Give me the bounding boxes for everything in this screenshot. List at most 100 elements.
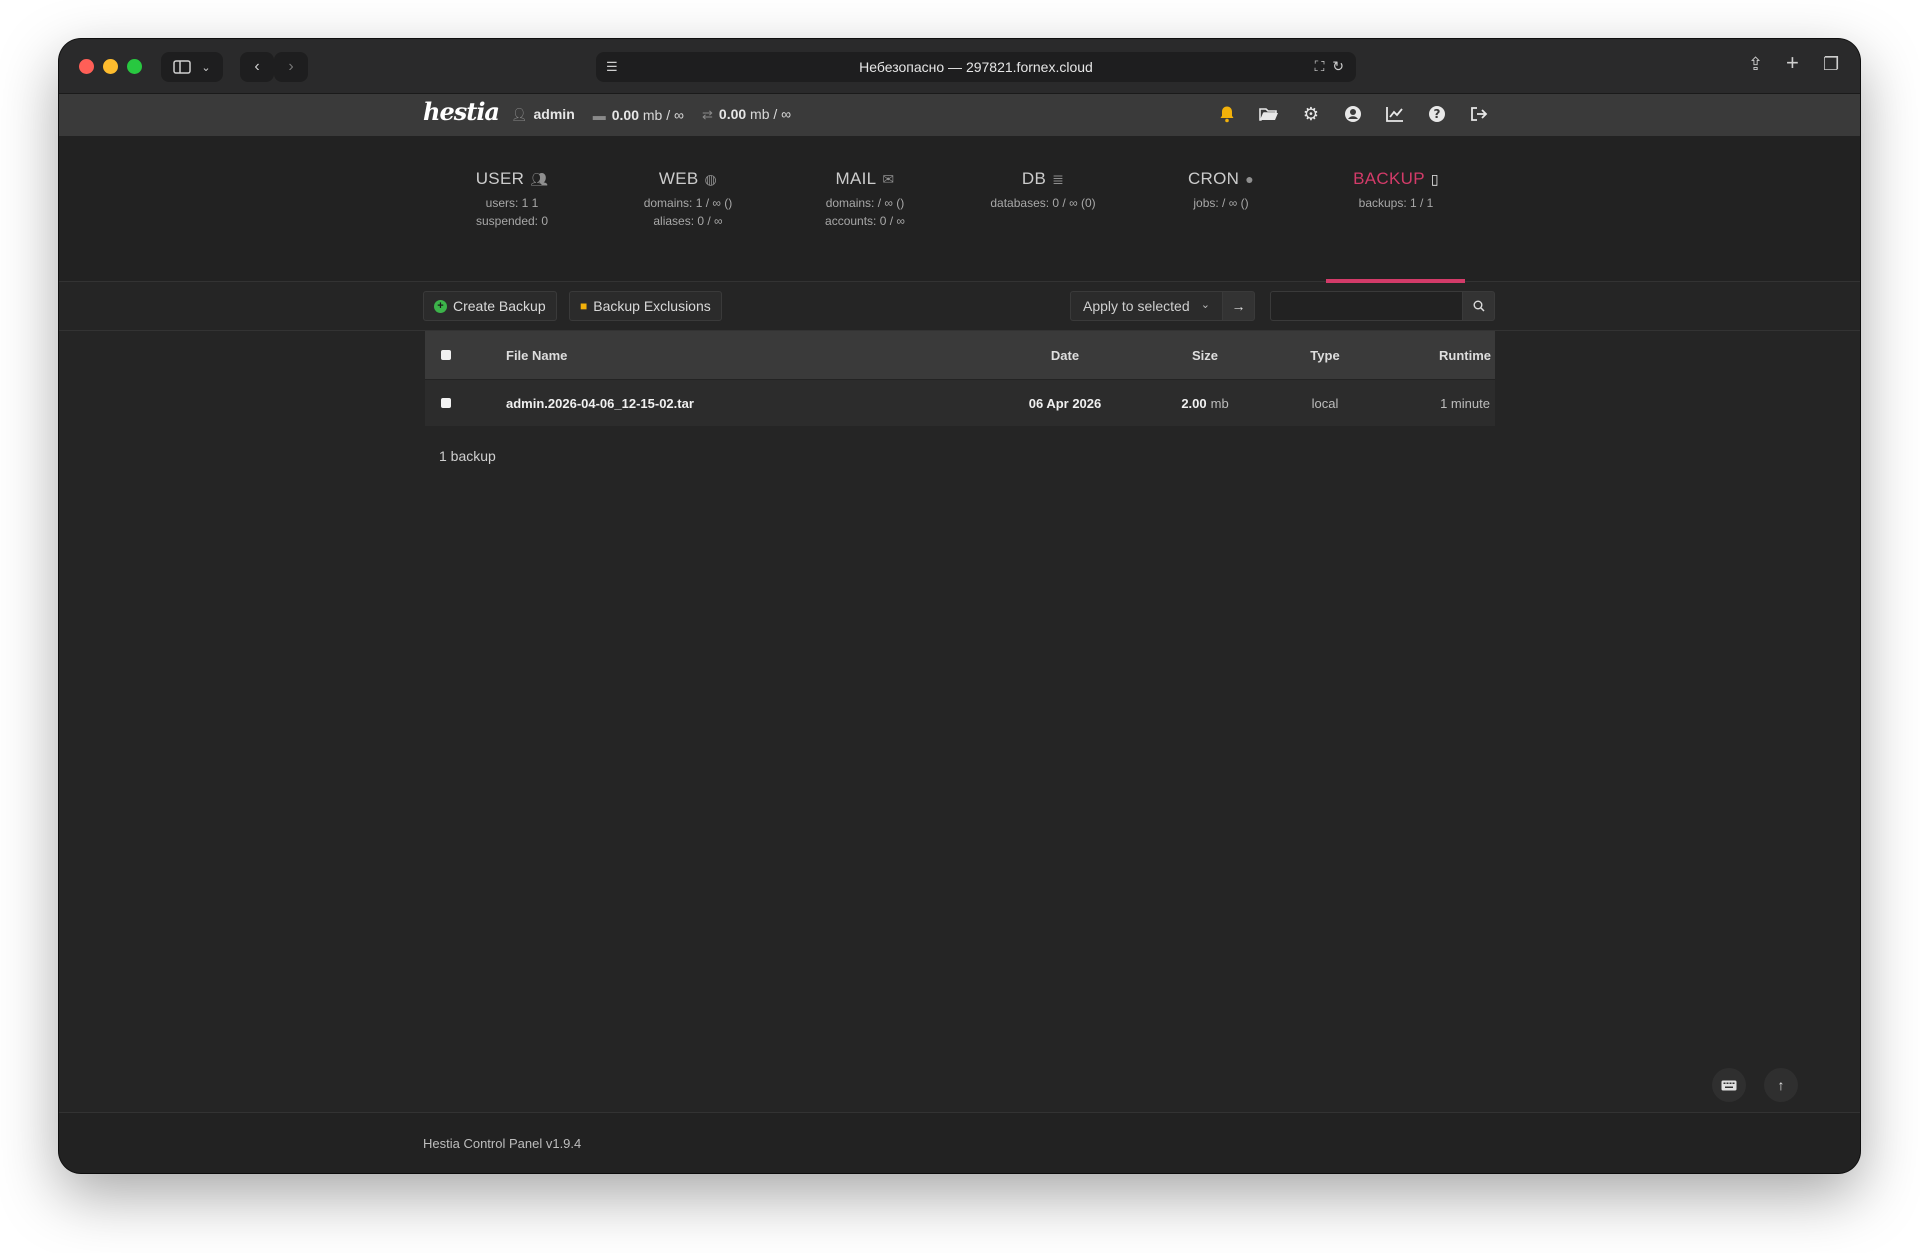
- chevron-down-icon: ⌄: [201, 61, 211, 74]
- bandwidth-unit: mb / ∞: [750, 106, 792, 122]
- search-icon: [1473, 300, 1485, 312]
- tab-title: CRON: [1187, 169, 1240, 188]
- header-date[interactable]: Date: [990, 331, 1140, 379]
- tab-stat: accounts: 0 / ∞: [825, 214, 905, 228]
- apply-bulk-button[interactable]: →: [1222, 291, 1255, 321]
- footer: Hestia Control Panel v1.9.4: [59, 1112, 1860, 1173]
- bulk-action-select[interactable]: Apply to selected ⌄: [1070, 291, 1223, 321]
- table-header: File Name Date Size Type Runtime: [425, 331, 1495, 379]
- bandwidth-usage: ⇄ 0.00 mb / ∞: [702, 106, 791, 123]
- mail-icon: ✉: [882, 171, 895, 187]
- tab-web[interactable]: WEB ◍ domains: 1 / ∞ () aliases: 0 / ∞: [598, 136, 778, 229]
- tab-title: WEB: [658, 169, 699, 188]
- tab-db[interactable]: DB ≣ databases: 0 / ∞ (0): [953, 136, 1133, 211]
- folder-icon[interactable]: [1258, 103, 1280, 125]
- clock-icon: ●: [1245, 171, 1255, 187]
- chevron-left-icon: ‹: [254, 58, 260, 75]
- bandwidth-value: 0.00: [718, 106, 747, 122]
- backup-exclusions-button[interactable]: ■ Backup Exclusions: [569, 291, 722, 321]
- user-info[interactable]: 👤︎ admin: [511, 106, 575, 123]
- sidebar-icon: [173, 60, 192, 74]
- transfer-icon: ⇄: [702, 107, 713, 122]
- backup-type: local: [1311, 395, 1339, 411]
- tab-title: MAIL: [835, 169, 877, 188]
- keyboard-shortcuts-button[interactable]: [1712, 1068, 1746, 1102]
- tab-user[interactable]: USER 👥︎ users: 1 1 suspended: 0: [422, 136, 602, 229]
- backup-size-value: 2.00: [1181, 395, 1207, 411]
- zoom-window-button[interactable]: [127, 59, 142, 74]
- browser-window: ⌄ ‹ › ☰ Небезопасно — 297821.fornex.clou…: [59, 39, 1860, 1173]
- tab-title: USER: [475, 169, 525, 188]
- bulk-action-value: Apply to selected: [1083, 298, 1190, 314]
- header-size[interactable]: Size: [1145, 331, 1265, 379]
- disk-unit: mb / ∞: [642, 106, 684, 123]
- create-backup-label: Create Backup: [453, 298, 546, 314]
- translate-icon[interactable]: ⛶: [1315, 58, 1325, 74]
- select-all-checkbox[interactable]: [441, 350, 451, 360]
- header-file-name[interactable]: File Name: [506, 331, 567, 379]
- minimize-window-button[interactable]: [103, 59, 118, 74]
- close-window-button[interactable]: [79, 59, 94, 74]
- keyboard-icon: [1721, 1080, 1737, 1090]
- tab-mail[interactable]: MAIL ✉ domains: / ∞ () accounts: 0 / ∞: [775, 136, 955, 229]
- chart-icon[interactable]: [1384, 103, 1406, 125]
- gear-icon[interactable]: ⚙: [1300, 103, 1322, 125]
- backup-table: File Name Date Size Type Runtime admin.2…: [425, 331, 1495, 426]
- action-toolbar: + Create Backup ■ Backup Exclusions Appl…: [59, 283, 1860, 331]
- file-archive-icon: ▯: [1430, 171, 1439, 187]
- bell-icon[interactable]: [1216, 103, 1238, 125]
- tabs-overview-icon[interactable]: ❐: [1823, 54, 1839, 75]
- backup-date: 06 Apr 2026: [1028, 395, 1102, 411]
- arrow-right-icon: →: [1231, 298, 1246, 314]
- globe-icon: ◍: [704, 171, 718, 187]
- create-backup-button[interactable]: + Create Backup: [423, 291, 557, 321]
- tab-title: DB: [1021, 169, 1047, 188]
- browser-toolbar: ⌄ ‹ › ☰ Небезопасно — 297821.fornex.clou…: [59, 39, 1860, 94]
- row-checkbox[interactable]: [441, 398, 451, 408]
- tab-stat: databases: 0 / ∞ (0): [990, 196, 1096, 210]
- tab-stat: aliases: 0 / ∞: [653, 214, 723, 228]
- tab-title: BACKUP: [1353, 169, 1425, 188]
- tab-backup[interactable]: BACKUP ▯ backups: 1 / 1: [1306, 136, 1486, 211]
- folder-icon: ■: [580, 299, 588, 313]
- disk-value: 0.00: [611, 106, 639, 123]
- scroll-to-top-button[interactable]: ↑: [1764, 1068, 1798, 1102]
- sidebar-toggle-button[interactable]: ⌄: [161, 52, 223, 82]
- address-text: Небезопасно — 297821.fornex.cloud: [859, 59, 1093, 75]
- plus-circle-icon: +: [434, 299, 447, 313]
- help-icon[interactable]: ?: [1426, 103, 1448, 125]
- chevron-down-icon: ⌄: [1200, 299, 1210, 311]
- search-input[interactable]: [1270, 291, 1463, 321]
- database-icon: ≣: [1052, 171, 1065, 187]
- table-row: admin.2026-04-06_12-15-02.tar 06 Apr 202…: [425, 379, 1495, 426]
- header-type[interactable]: Type: [1280, 331, 1370, 379]
- disk-usage: ▬ 0.00 mb / ∞: [593, 107, 684, 123]
- user-icon: 👤︎: [511, 107, 528, 122]
- user-circle-icon[interactable]: [1342, 103, 1364, 125]
- tab-stat: jobs: / ∞ (): [1193, 196, 1249, 210]
- page-menu-icon[interactable]: ☰: [606, 59, 618, 75]
- backup-count: 1 backup: [439, 448, 496, 464]
- topbar-icons: ⚙ ?: [1216, 103, 1490, 125]
- hestia-logo[interactable]: hestia: [423, 97, 500, 126]
- new-tab-icon[interactable]: +: [1786, 50, 1799, 76]
- summary-tabs: USER 👥︎ users: 1 1 suspended: 0 WEB ◍ doma…: [59, 136, 1860, 282]
- arrow-up-icon: ↑: [1777, 1077, 1785, 1093]
- backup-runtime: 1 minute: [1440, 395, 1490, 411]
- tab-stat: domains: 1 / ∞ (): [643, 196, 733, 210]
- back-button[interactable]: ‹: [240, 52, 274, 82]
- backup-size: 2.00 mb: [1145, 380, 1265, 426]
- address-bar[interactable]: ☰ Небезопасно — 297821.fornex.cloud ⛶ ↻: [596, 52, 1356, 82]
- backup-size-unit: mb: [1210, 395, 1229, 411]
- tab-stat: users: 1 1: [485, 196, 539, 210]
- search-button[interactable]: [1462, 291, 1495, 321]
- reload-icon[interactable]: ↻: [1332, 58, 1344, 74]
- header-runtime[interactable]: Runtime: [1405, 331, 1525, 379]
- share-icon[interactable]: ⇪: [1748, 54, 1763, 75]
- chevron-right-icon: ›: [288, 58, 294, 75]
- footer-version: Hestia Control Panel v1.9.4: [423, 1136, 582, 1151]
- logout-icon[interactable]: [1468, 103, 1490, 125]
- forward-button[interactable]: ›: [274, 52, 308, 82]
- tab-cron[interactable]: CRON ● jobs: / ∞ (): [1131, 136, 1311, 211]
- backup-file-name[interactable]: admin.2026-04-06_12-15-02.tar: [506, 380, 694, 426]
